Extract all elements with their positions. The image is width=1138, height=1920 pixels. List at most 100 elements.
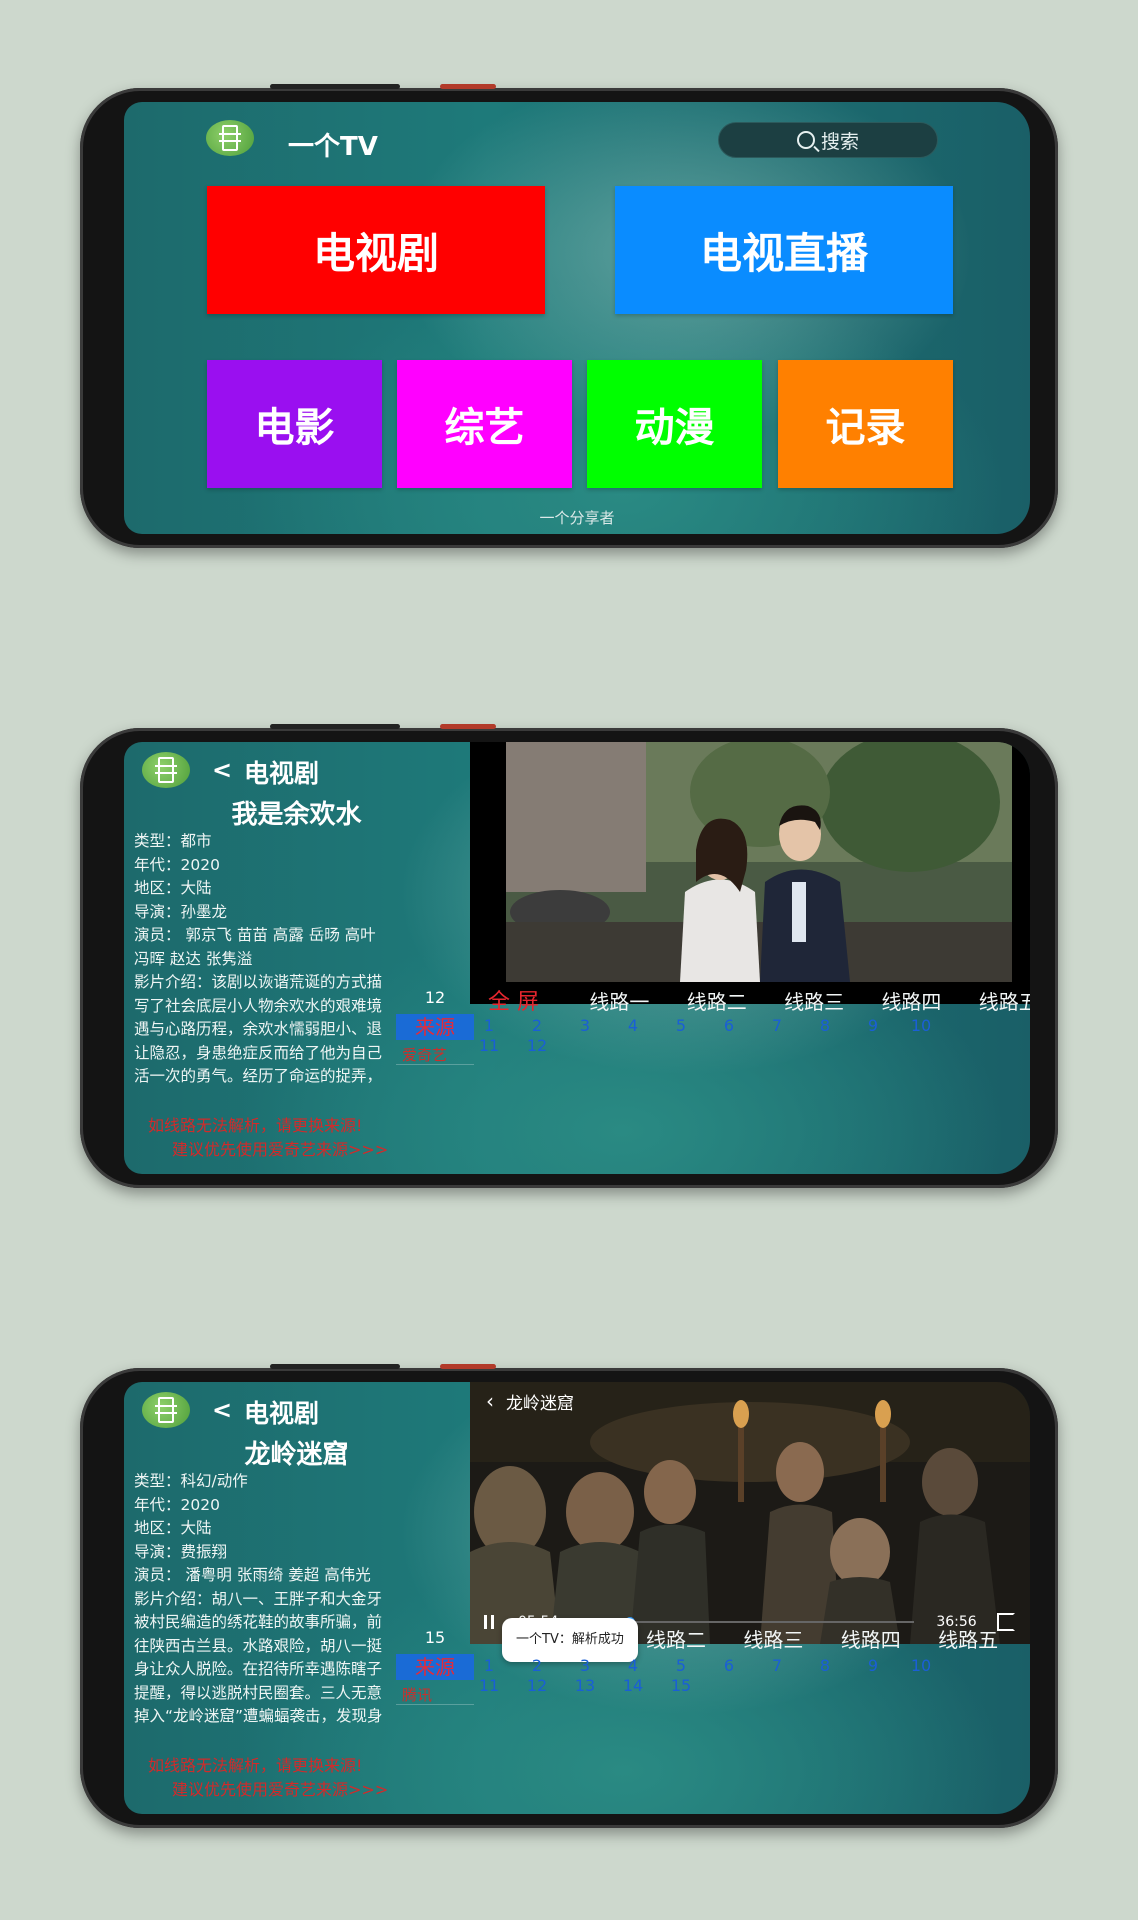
footer-sharer: 一个分享者 xyxy=(539,509,615,527)
player-title: 龙岭迷窟 xyxy=(506,1393,574,1414)
phone-frame-detail-2: < 电视剧 龙岭迷窟 类型：科幻/动作 年代：2020 地区：大陆 导演：费振翔… xyxy=(80,1364,1058,1828)
episode-button[interactable]: 7 xyxy=(757,1656,797,1675)
route-bar: 线路二 线路三 线路四 线路五 xyxy=(646,1624,1029,1653)
app-logo-icon xyxy=(142,1392,190,1428)
source-suggestion-link[interactable]: 建议优先使用爱奇艺来源>>> xyxy=(172,1776,388,1800)
source-suggestion-link[interactable]: 建议优先使用爱奇艺来源>>> xyxy=(172,1136,388,1160)
back-button[interactable]: < xyxy=(212,756,232,784)
pause-icon[interactable] xyxy=(484,1615,498,1629)
home-screen: 一个TV 搜索 电视剧 电视直播 电影 综艺 动漫 记录 一个分享者 xyxy=(124,102,1030,534)
route-bar: 全 屏 线路一 线路二 线路三 线路四 线路五 xyxy=(488,984,1030,1016)
volume-button xyxy=(270,724,400,729)
episode-button[interactable]: 5 xyxy=(661,1016,701,1035)
category-title: 电视剧 xyxy=(244,1399,320,1428)
volume-button xyxy=(270,1364,400,1369)
power-button xyxy=(440,724,496,729)
episode-button[interactable]: 13 xyxy=(565,1676,605,1695)
episode-button[interactable]: 12 xyxy=(517,1676,557,1695)
info-description: 影片介绍：胡八一、王胖子和大金牙被村民编造的绣花鞋的故事所骗，前往陕西古兰县。水… xyxy=(134,1589,383,1726)
info-director: 导演：孙墨龙 xyxy=(134,902,228,921)
category-title: 电视剧 xyxy=(244,759,320,788)
episode-button[interactable]: 15 xyxy=(661,1676,701,1695)
tile-variety[interactable]: 综艺 xyxy=(397,360,572,488)
video-player[interactable]: ‹ 龙岭迷窟 05:54 36:56 xyxy=(470,1382,1030,1644)
episode-button[interactable]: 2 xyxy=(517,1656,557,1675)
info-year: 年代：2020 xyxy=(134,1495,220,1514)
route-3[interactable]: 线路三 xyxy=(784,986,844,1015)
info-year: 年代：2020 xyxy=(134,855,220,874)
episode-button[interactable]: 11 xyxy=(469,1036,509,1055)
source-iqiyi[interactable]: 爱奇艺 xyxy=(402,1044,447,1065)
source-tencent[interactable]: 腾讯 xyxy=(402,1684,432,1705)
episode-button[interactable]: 3 xyxy=(565,1656,605,1675)
episode-button[interactable]: 8 xyxy=(805,1656,845,1675)
episode-button[interactable]: 1 xyxy=(469,1656,509,1675)
app-logo-icon xyxy=(206,120,254,156)
detail-screen-1: < 电视剧 我是余欢水 类型：都市 年代：2020 地区：大陆 导演：孙墨龙 演… xyxy=(124,742,1030,1174)
video-frame-image xyxy=(470,742,1030,1004)
app-title: 一个TV xyxy=(288,132,378,162)
episode-button[interactable]: 10 xyxy=(901,1016,941,1035)
route-2[interactable]: 线路二 xyxy=(646,1624,706,1653)
episode-button[interactable]: 8 xyxy=(805,1016,845,1035)
tile-anime[interactable]: 动漫 xyxy=(587,360,762,488)
episode-button[interactable]: 6 xyxy=(709,1656,749,1675)
tile-live-tv[interactable]: 电视直播 xyxy=(615,186,953,314)
phone-frame-home: 一个TV 搜索 电视剧 电视直播 电影 综艺 动漫 记录 一个分享者 xyxy=(80,84,1058,548)
episode-count: 15 xyxy=(424,1628,446,1647)
episode-button[interactable]: 3 xyxy=(565,1016,605,1035)
volume-button xyxy=(270,84,400,89)
tile-tv-series[interactable]: 电视剧 xyxy=(207,186,545,314)
route-5[interactable]: 线路五 xyxy=(938,1624,998,1653)
show-title: 龙岭迷窟 xyxy=(244,1440,349,1470)
info-cast: 演员： 潘粤明 张雨绮 姜超 高伟光 xyxy=(134,1566,371,1584)
episode-button[interactable]: 7 xyxy=(757,1016,797,1035)
route-5[interactable]: 线路五 xyxy=(979,986,1030,1015)
warning-text: 如线路无法解析，请更换来源! xyxy=(148,1116,363,1135)
back-button[interactable]: < xyxy=(212,1396,232,1424)
episode-button[interactable]: 2 xyxy=(517,1016,557,1035)
player-title-bar: ‹ 龙岭迷窟 xyxy=(470,1382,1030,1420)
route-3[interactable]: 线路三 xyxy=(743,1624,803,1653)
episode-button[interactable]: 4 xyxy=(613,1656,653,1675)
info-region: 地区：大陆 xyxy=(134,879,212,897)
fullscreen-button[interactable]: 全 屏 xyxy=(488,984,539,1016)
info-region: 地区：大陆 xyxy=(134,1519,212,1537)
episode-button[interactable]: 1 xyxy=(469,1016,509,1035)
episode-button[interactable]: 9 xyxy=(853,1656,893,1675)
info-type: 类型：科幻/动作 xyxy=(134,1472,248,1490)
info-description: 影片介绍：该剧以诙谐荒诞的方式描写了社会底层小人物余欢水的艰难境遇与心路历程，余… xyxy=(134,973,383,1085)
info-type: 类型：都市 xyxy=(134,832,212,850)
info-director: 导演：费振翔 xyxy=(134,1542,228,1561)
episode-button[interactable]: 9 xyxy=(853,1016,893,1035)
episode-button[interactable]: 14 xyxy=(613,1676,653,1695)
episode-button[interactable]: 12 xyxy=(517,1036,557,1055)
tile-movies[interactable]: 电影 xyxy=(207,360,382,488)
source-label: 来源 xyxy=(396,1014,474,1040)
tile-documentary[interactable]: 记录 xyxy=(778,360,953,488)
show-title: 我是余欢水 xyxy=(231,800,362,830)
episode-button[interactable]: 10 xyxy=(901,1656,941,1675)
source-label: 来源 xyxy=(396,1654,474,1680)
episode-button[interactable]: 5 xyxy=(661,1656,701,1675)
search-button[interactable]: 搜索 xyxy=(718,122,938,158)
show-info: 类型：都市 年代：2020 地区：大陆 导演：孙墨龙 演员： 郭京飞 苗苗 高露… xyxy=(134,830,396,1089)
detail-screen-2: < 电视剧 龙岭迷窟 类型：科幻/动作 年代：2020 地区：大陆 导演：费振翔… xyxy=(124,1382,1030,1814)
route-4[interactable]: 线路四 xyxy=(841,1624,901,1653)
episode-button[interactable]: 6 xyxy=(709,1016,749,1035)
player-back-icon[interactable]: ‹ xyxy=(486,1389,494,1413)
episode-button[interactable]: 11 xyxy=(469,1676,509,1695)
app-logo-icon xyxy=(142,752,190,788)
search-icon xyxy=(796,131,815,149)
route-1[interactable]: 线路一 xyxy=(589,986,649,1015)
route-4[interactable]: 线路四 xyxy=(881,986,941,1015)
search-label: 搜索 xyxy=(820,130,859,153)
episode-button[interactable]: 4 xyxy=(613,1016,653,1035)
source-divider xyxy=(396,1704,474,1705)
power-button xyxy=(440,1364,496,1369)
video-player[interactable] xyxy=(470,742,1030,1004)
warning-text: 如线路无法解析，请更换来源! xyxy=(148,1756,363,1775)
show-info: 类型：科幻/动作 年代：2020 地区：大陆 导演：费振翔 演员： 潘粤明 张雨… xyxy=(134,1470,396,1729)
route-2[interactable]: 线路二 xyxy=(687,986,747,1015)
episode-count: 12 xyxy=(424,988,446,1007)
